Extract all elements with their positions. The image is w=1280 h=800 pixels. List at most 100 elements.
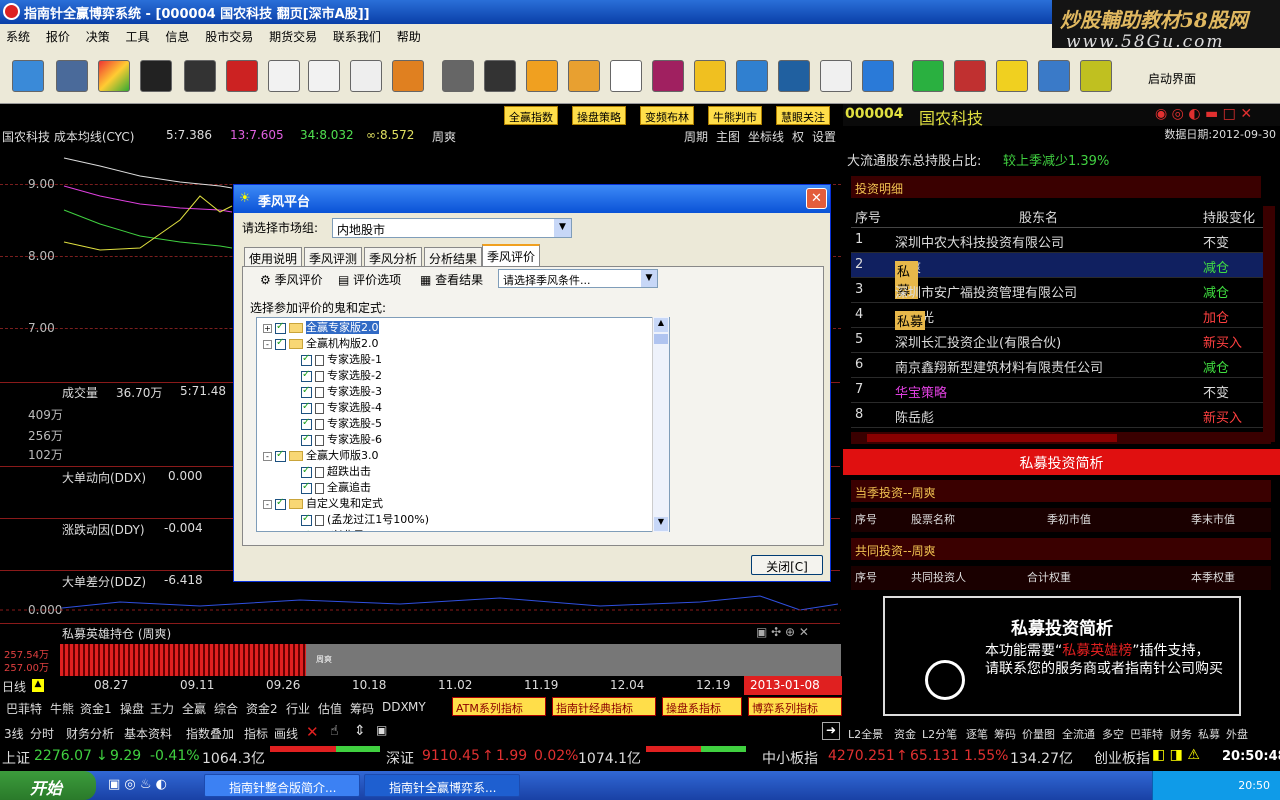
trading-indicators-button[interactable]: 操盘系指标 xyxy=(662,697,742,716)
table-row[interactable]: 2私募周爽减仓 xyxy=(851,253,1271,299)
files-icon[interactable] xyxy=(1038,60,1070,92)
ticker-gem-name[interactable]: 创业板指 xyxy=(1094,748,1150,768)
pen-icon[interactable] xyxy=(526,60,558,92)
settings-button[interactable]: 设置 xyxy=(812,128,836,145)
period-button[interactable]: 周期 xyxy=(684,128,708,145)
terminal-icon[interactable] xyxy=(484,60,516,92)
link-per-trade[interactable]: 逐笔 xyxy=(966,726,988,742)
checkbox[interactable] xyxy=(301,513,312,526)
evaluate-action[interactable]: ⚙ 季风评价 xyxy=(260,271,323,288)
tab-review[interactable]: 季风评测 xyxy=(304,247,363,266)
expand-icon[interactable]: - xyxy=(263,499,272,509)
link-long-short[interactable]: 多空 xyxy=(1102,726,1124,742)
promo-link[interactable]: 私募英雄榜 xyxy=(1062,643,1132,659)
section-brief-bar[interactable]: 私募投资简析 xyxy=(843,449,1280,475)
tree-item[interactable]: 专家选股-2 xyxy=(301,367,382,383)
a-share-icon[interactable] xyxy=(140,60,172,92)
panel-window-icons[interactable]: ◉ ◎ ◐ ▬ □ ✕ xyxy=(1155,106,1252,122)
checkbox[interactable] xyxy=(275,497,286,510)
close-button[interactable]: 关闭[C] xyxy=(751,555,823,575)
link-chips[interactable]: 筹码 xyxy=(994,726,1016,742)
h-scrollbar[interactable] xyxy=(851,432,1271,444)
checkbox[interactable] xyxy=(301,417,312,430)
tab-basic[interactable]: 基本资料 xyxy=(124,725,172,742)
link-buffett[interactable]: 巴菲特 xyxy=(1130,726,1163,742)
grid-icon[interactable] xyxy=(226,60,258,92)
tab-usage[interactable]: 使用说明 xyxy=(244,247,303,266)
table-row[interactable]: 4 私募周宇光 加仓 xyxy=(851,303,1271,330)
trend-icon[interactable] xyxy=(268,60,300,92)
gear-icon[interactable] xyxy=(996,60,1028,92)
forward-arrow-icon[interactable]: ➜ xyxy=(822,722,840,740)
btn-focus[interactable]: 慧眼关注 xyxy=(776,106,830,125)
game-indicators-button[interactable]: 博弈系列指标 xyxy=(748,697,842,716)
tree-item[interactable]: 专家选股-3 xyxy=(301,383,382,399)
tab-minute[interactable]: 分时 xyxy=(30,725,54,742)
robot-icon[interactable] xyxy=(442,60,474,92)
alert-icons[interactable]: ◧ ◨ ⚠ xyxy=(1152,747,1200,763)
tab-industry[interactable]: 行业 xyxy=(286,700,310,717)
line-chart-icon[interactable] xyxy=(308,60,340,92)
tab-analysis[interactable]: 季风分析 xyxy=(364,247,423,266)
people-icon[interactable] xyxy=(778,60,810,92)
tab-bullbear[interactable]: 牛熊 xyxy=(50,700,74,717)
quick-launch-icons[interactable]: ▣ ◎ ♨ ◐ xyxy=(108,777,167,792)
main-chart-button[interactable]: 主图 xyxy=(716,128,740,145)
link-outer[interactable]: 外盘 xyxy=(1226,726,1248,742)
recycle-icon[interactable] xyxy=(912,60,944,92)
monitor-icon[interactable] xyxy=(12,60,44,92)
task-main-app[interactable]: 指南针全赢博弈系... xyxy=(364,774,520,797)
window-icon[interactable] xyxy=(610,60,642,92)
pie-chart-icon[interactable] xyxy=(98,60,130,92)
book-icon[interactable] xyxy=(392,60,424,92)
kline-icon[interactable] xyxy=(184,60,216,92)
link-private[interactable]: 私募 xyxy=(1198,726,1220,742)
hand-icon[interactable]: ☝ xyxy=(330,723,339,739)
link-fund[interactable]: 资金 xyxy=(894,726,916,742)
menu-futures-trade[interactable]: 期货交易 xyxy=(263,24,323,45)
ticker-icon[interactable] xyxy=(1080,60,1112,92)
checkbox[interactable] xyxy=(301,353,312,366)
menu-help[interactable]: 帮助 xyxy=(391,24,427,45)
tab-composite[interactable]: 综合 xyxy=(214,700,238,717)
tree-folder[interactable]: - 全赢机构版2.0 xyxy=(263,335,379,351)
atm-indicators-button[interactable]: ATM系列指标 xyxy=(452,697,546,716)
btn-all-win-index[interactable]: 全赢指数 xyxy=(504,106,558,125)
phone-icon[interactable] xyxy=(862,60,894,92)
tab-buffett[interactable]: 巴菲特 xyxy=(6,700,42,717)
scroll-down-icon[interactable]: ▼ xyxy=(654,517,668,531)
tab-trading[interactable]: 操盘 xyxy=(120,700,144,717)
tab-fund1[interactable]: 资金1 xyxy=(80,700,112,717)
tab-my[interactable]: MY xyxy=(408,700,426,714)
table-row[interactable]: 1 深圳中农大科技投资有限公司 不变 xyxy=(851,228,1271,253)
checkbox[interactable] xyxy=(301,433,312,446)
tree-item[interactable]: 专家选股-1 xyxy=(301,351,382,367)
checkbox[interactable] xyxy=(275,337,286,350)
scroll-thumb[interactable] xyxy=(654,334,668,344)
tab-allwin[interactable]: 全赢 xyxy=(182,700,206,717)
expand-icon[interactable]: + xyxy=(263,323,272,333)
checkbox[interactable] xyxy=(301,401,312,414)
tree-folder[interactable]: - 全赢大师版3.0 xyxy=(263,447,379,463)
tree-item[interactable]: (兴业星25%) xyxy=(301,527,393,531)
view-results-action[interactable]: ▦ 查看结果 xyxy=(420,271,483,288)
table-row[interactable]: 3 深圳市安广福投资管理有限公司 减仓 xyxy=(851,278,1271,303)
link-finance[interactable]: 财务 xyxy=(1170,726,1192,742)
btn-trading-strategy[interactable]: 操盘策略 xyxy=(572,106,626,125)
hero-window-icons[interactable]: ▣ ✣ ⊕ ✕ xyxy=(756,625,809,639)
columns-icon[interactable] xyxy=(652,60,684,92)
link-l2-tick[interactable]: L2分笔 xyxy=(922,726,957,742)
lock-icon[interactable]: ▣ xyxy=(376,723,387,737)
tree-item[interactable]: 专家选股-6 xyxy=(301,431,382,447)
link-price-vol[interactable]: 价量图 xyxy=(1022,726,1055,742)
histogram-icon[interactable] xyxy=(736,60,768,92)
up-arrow-icon[interactable]: ▲ xyxy=(32,679,44,692)
v-scrollbar[interactable] xyxy=(1263,206,1275,442)
tab-wangli[interactable]: 王力 xyxy=(150,700,174,717)
btn-bull-bear[interactable]: 牛熊判市 xyxy=(708,106,762,125)
coin-icon[interactable] xyxy=(694,60,726,92)
scroll-thumb[interactable] xyxy=(867,434,1117,442)
menu-system[interactable]: 系统 xyxy=(0,24,36,45)
tab-valuation[interactable]: 估值 xyxy=(318,700,342,717)
checkbox[interactable] xyxy=(275,449,286,462)
